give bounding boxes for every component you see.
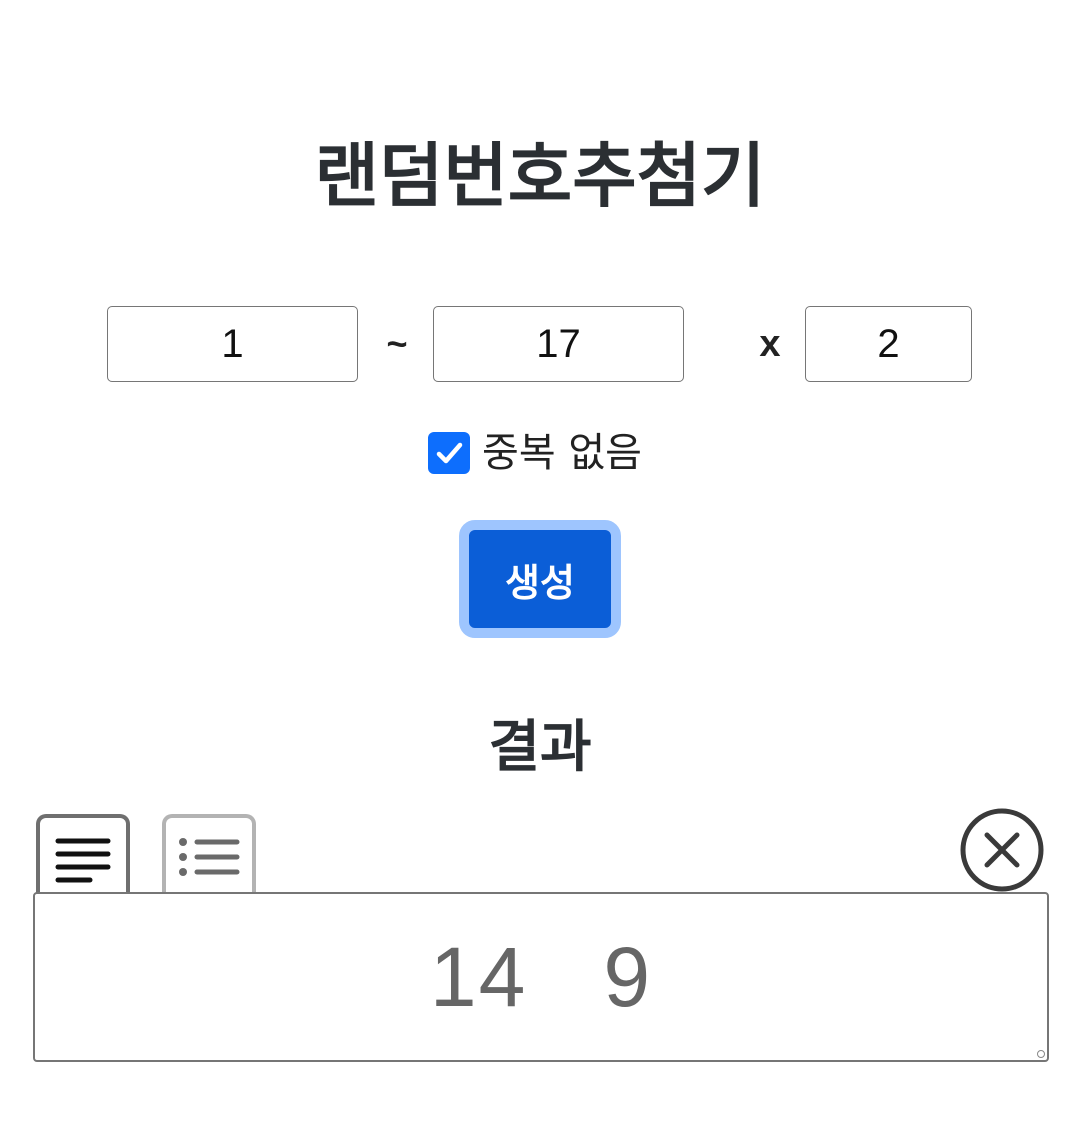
close-circle-icon: [960, 808, 1044, 892]
max-number-input[interactable]: [433, 306, 684, 382]
no-duplicates-option: 중복 없음: [0, 428, 1080, 478]
list-view-icon: [179, 838, 240, 876]
result-heading: 결과: [488, 715, 592, 780]
no-duplicates-checkbox[interactable]: [428, 432, 471, 474]
resize-handle[interactable]: [1037, 1050, 1045, 1058]
text-view-tab[interactable]: [36, 814, 130, 898]
page-title: 랜덤번호추첨기: [314, 135, 766, 217]
result-output-box[interactable]: 14 9: [33, 892, 1049, 1062]
clear-results-button[interactable]: [959, 807, 1045, 893]
times-symbol: x: [759, 323, 781, 365]
generate-button[interactable]: 생성: [459, 520, 621, 638]
count-input[interactable]: [805, 306, 972, 382]
no-duplicates-label[interactable]: 중복 없음: [482, 428, 642, 478]
text-view-icon: [55, 838, 111, 883]
range-separator: ~: [386, 323, 408, 364]
list-view-tab[interactable]: [162, 814, 256, 898]
checkmark-icon: [436, 442, 463, 464]
result-numbers: 14 9: [429, 929, 653, 1024]
min-number-input[interactable]: [107, 306, 358, 382]
